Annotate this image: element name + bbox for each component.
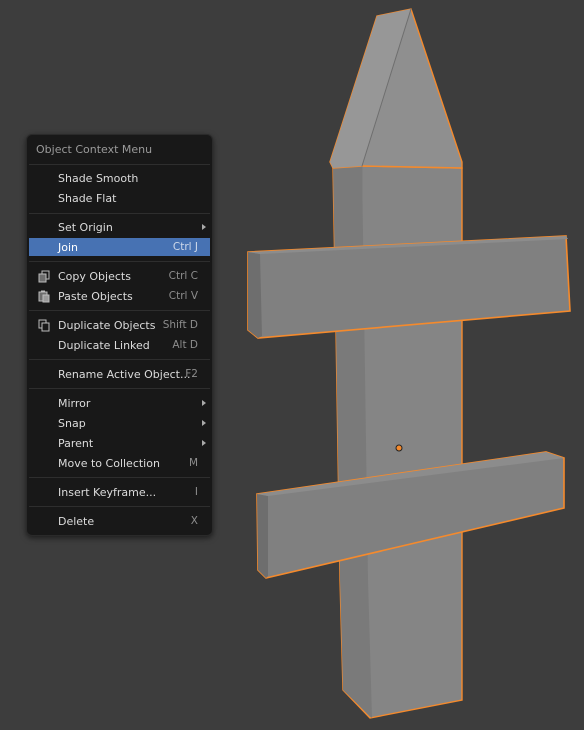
menu-item-label: Join: [58, 241, 79, 254]
menu-item-label: Delete: [58, 515, 95, 528]
menu-item-label: Insert Keyframe...: [58, 486, 157, 499]
chevron-right-icon: [202, 224, 206, 230]
menu-item-label: Duplicate Linked: [58, 339, 150, 352]
menu-item-label: Snap: [58, 417, 86, 430]
menu-item-label: Paste Objects: [58, 290, 133, 303]
snap-item[interactable]: Snap: [29, 414, 210, 432]
lower-plank-end: [257, 494, 268, 578]
move-to-collection-item[interactable]: Move to Collection M: [29, 454, 210, 472]
delete-item[interactable]: Delete X: [29, 512, 210, 530]
shortcut-label: I: [194, 486, 198, 498]
menu-separator: [29, 359, 210, 360]
shortcut-label: M: [188, 457, 198, 469]
selected-fence-object[interactable]: [247, 8, 571, 719]
menu-item-label: Shade Flat: [58, 192, 117, 205]
menu-item-label: Parent: [58, 437, 94, 450]
duplicate-linked-item[interactable]: Duplicate Linked Alt D: [29, 336, 210, 354]
menu-item-label: Copy Objects: [58, 270, 131, 283]
mirror-item[interactable]: Mirror: [29, 394, 210, 412]
menu-separator: [29, 213, 210, 214]
menu-separator: [29, 388, 210, 389]
duplicate-objects-item[interactable]: Duplicate Objects Shift D: [29, 316, 210, 334]
menu-separator: [29, 261, 210, 262]
paste-objects-item[interactable]: Paste Objects Ctrl V: [29, 287, 210, 305]
menu-separator: [29, 506, 210, 507]
shortcut-label: Shift D: [162, 319, 198, 331]
duplicate-icon: [38, 319, 50, 332]
set-origin-item[interactable]: Set Origin: [29, 218, 210, 236]
chevron-right-icon: [202, 420, 206, 426]
menu-separator: [29, 477, 210, 478]
object-context-menu: Object Context Menu Shade Smooth Shade F…: [26, 134, 213, 536]
chevron-right-icon: [202, 400, 206, 406]
menu-separator: [29, 310, 210, 311]
paste-icon: [38, 290, 50, 303]
menu-item-label: Shade Smooth: [58, 172, 139, 185]
menu-item-label: Move to Collection: [58, 457, 160, 470]
shortcut-label: Alt D: [172, 339, 198, 351]
insert-keyframe-item[interactable]: Insert Keyframe... I: [29, 483, 210, 501]
chevron-right-icon: [202, 440, 206, 446]
join-item[interactable]: Join Ctrl J: [29, 238, 210, 256]
menu-separator: [29, 164, 210, 165]
shade-flat-item[interactable]: Shade Flat: [29, 189, 210, 207]
shortcut-label: Ctrl C: [168, 270, 198, 282]
menu-item-label: Rename Active Object...: [58, 368, 191, 381]
menu-title: Object Context Menu: [36, 143, 153, 156]
parent-item[interactable]: Parent: [29, 434, 210, 452]
menu-item-label: Mirror: [58, 397, 91, 410]
copy-objects-item[interactable]: Copy Objects Ctrl C: [29, 267, 210, 285]
menu-item-label: Set Origin: [58, 221, 113, 234]
shortcut-label: Ctrl J: [172, 241, 198, 253]
object-origin-point[interactable]: [395, 444, 403, 452]
shade-smooth-item[interactable]: Shade Smooth: [29, 169, 210, 187]
menu-item-label: Duplicate Objects: [58, 319, 156, 332]
copy-icon: [38, 270, 50, 283]
shortcut-label: X: [190, 515, 198, 527]
shortcut-label: Ctrl V: [168, 290, 198, 302]
rename-active-object-item[interactable]: Rename Active Object... F2: [29, 365, 210, 383]
upper-plank-end: [248, 252, 262, 338]
shortcut-label: F2: [185, 368, 198, 380]
